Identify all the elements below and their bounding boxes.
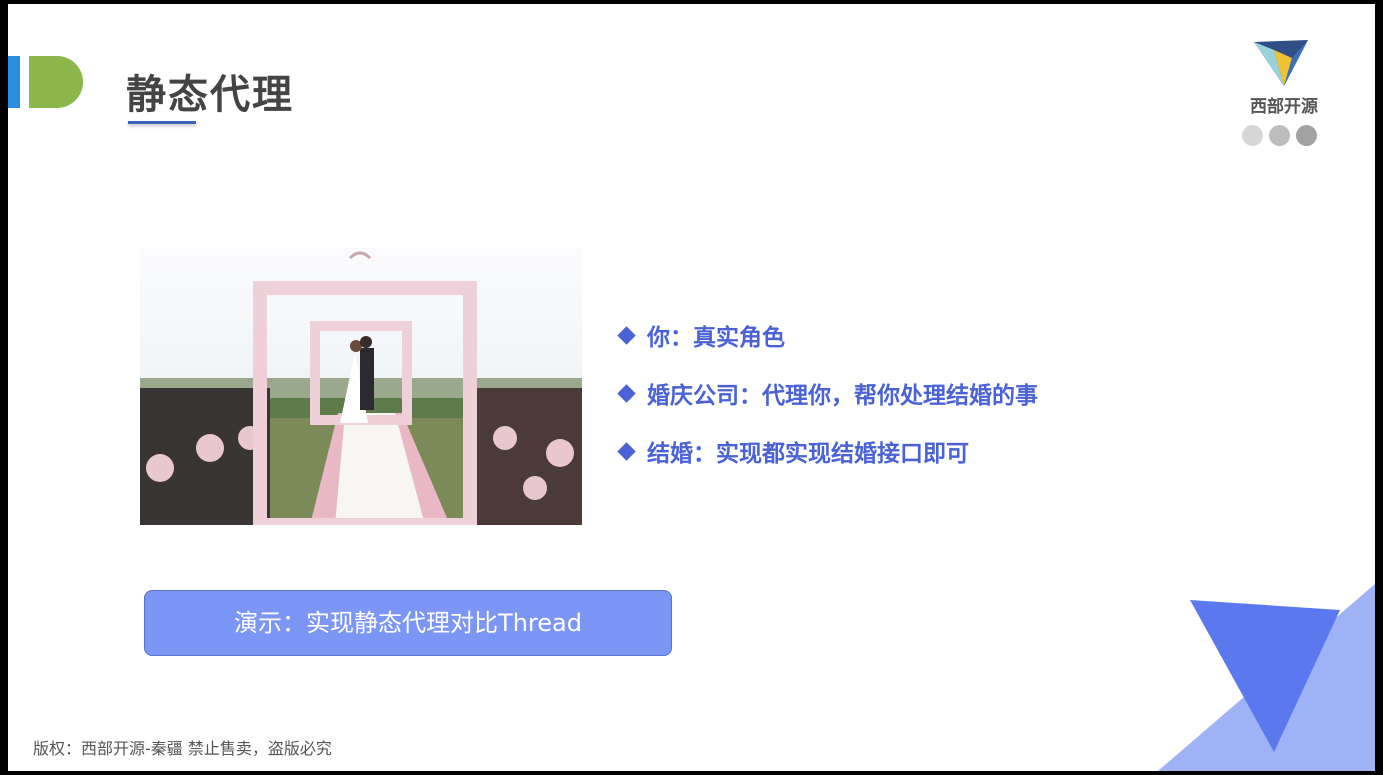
slide-title: 静态代理 (126, 72, 294, 118)
title-accent-green (29, 56, 83, 108)
presentation-slide: 静态代理 西部开源 你：真实角色 婚庆公司：代理你，帮你处理结婚的事 结婚：实现… (8, 4, 1375, 771)
bullet-text: 结婚：实现都实现结婚接口即可 (647, 441, 969, 467)
diamond-bullet-icon (617, 384, 636, 403)
bullet-text: 婚庆公司：代理你，帮你处理结婚的事 (647, 383, 1038, 409)
bullet-item: 结婚：实现都实现结婚接口即可 (617, 436, 1038, 494)
title-accent-blue (8, 56, 20, 108)
demo-button[interactable]: 演示：实现静态代理对比Thread (144, 590, 672, 656)
wedding-ceremony-photo (140, 248, 582, 525)
bullet-text: 你：真实角色 (647, 325, 785, 351)
dot-3 (1296, 125, 1317, 146)
slide-dots (1242, 125, 1323, 150)
title-underline (128, 121, 196, 124)
corner-decoration-triangles (1158, 584, 1375, 771)
bullet-item: 婚庆公司：代理你，帮你处理结婚的事 (617, 378, 1038, 436)
diamond-bullet-icon (617, 326, 636, 345)
dot-1 (1242, 125, 1263, 146)
brand-logo-text: 西部开源 (1250, 97, 1318, 117)
bullet-list: 你：真实角色 婚庆公司：代理你，帮你处理结婚的事 结婚：实现都实现结婚接口即可 (617, 320, 1038, 494)
bullet-item: 你：真实角色 (617, 320, 1038, 378)
copyright-text: 版权：西部开源-秦疆 禁止售卖，盗版必究 (33, 739, 332, 758)
diamond-bullet-icon (617, 442, 636, 461)
dot-2 (1269, 125, 1290, 146)
